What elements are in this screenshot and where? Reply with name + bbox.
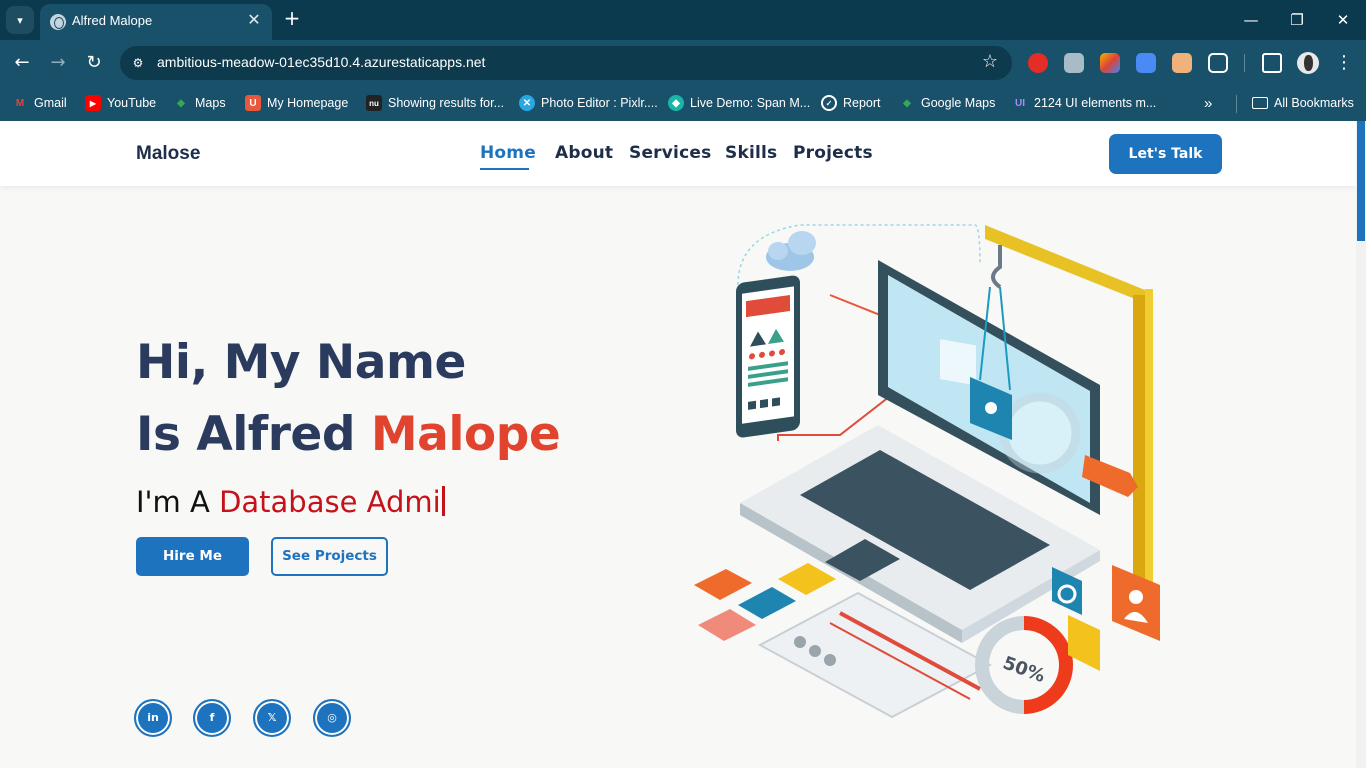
nav-services[interactable]: Services bbox=[629, 143, 711, 163]
bookmark-youtube[interactable]: ▶ YouTube bbox=[85, 93, 156, 113]
folder-icon bbox=[1252, 97, 1268, 109]
tab-close-icon[interactable]: ✕ bbox=[244, 10, 264, 30]
gauge-label: 50% bbox=[1000, 653, 1048, 687]
all-bookmarks-button[interactable]: All Bookmarks bbox=[1252, 93, 1354, 113]
extension-face-icon[interactable] bbox=[1172, 53, 1192, 73]
bookmark-pixlr[interactable]: ✕ Photo Editor : Pixlr.... bbox=[519, 93, 658, 113]
side-panel-icon[interactable] bbox=[1262, 53, 1282, 73]
site-logo[interactable]: Malose bbox=[136, 143, 200, 165]
see-projects-button[interactable]: See Projects bbox=[271, 537, 388, 576]
nav-active-underline bbox=[480, 168, 529, 170]
x-icon[interactable]: 𝕏 bbox=[253, 699, 291, 737]
maps-icon: ◆ bbox=[177, 97, 185, 109]
extension-color-icon[interactable] bbox=[1100, 53, 1120, 73]
facebook-icon[interactable]: f bbox=[193, 699, 231, 737]
browser-tab-bar: ▾ Alfred Malope ✕ + — ❐ ✕ bbox=[0, 0, 1366, 40]
bookmark-gmail[interactable]: M Gmail bbox=[12, 93, 67, 113]
toolbar-divider bbox=[1244, 54, 1245, 72]
extension-translate-icon[interactable] bbox=[1136, 53, 1156, 73]
tab-search-button[interactable]: ▾ bbox=[6, 6, 34, 34]
nav-about[interactable]: About bbox=[555, 143, 613, 163]
pixlr-icon: ✕ bbox=[519, 95, 535, 111]
hero-illustration: 50% bbox=[694, 224, 1160, 719]
nav-home[interactable]: Home bbox=[480, 143, 536, 163]
github-icon[interactable]: ◎ bbox=[313, 699, 351, 737]
bookmark-showing-results[interactable]: nu Showing results for... bbox=[366, 93, 504, 113]
hero-heading-prefix: Is Alfred bbox=[136, 407, 371, 462]
span-icon: ◆ bbox=[668, 95, 684, 111]
new-tab-button[interactable]: + bbox=[281, 7, 303, 29]
hero-heading-line1: Hi, My Name bbox=[136, 335, 466, 390]
minimize-button[interactable]: — bbox=[1236, 8, 1266, 32]
bookmarks-divider bbox=[1236, 95, 1237, 113]
back-icon[interactable]: ← bbox=[10, 51, 34, 75]
typing-text: I'm A Database Admi bbox=[136, 485, 445, 519]
address-bar[interactable]: ⚙ ambitious-meadow-01ec35d10.4.azurestat… bbox=[120, 46, 1012, 80]
profile-avatar[interactable] bbox=[1297, 52, 1319, 74]
nav-skills[interactable]: Skills bbox=[725, 143, 777, 163]
bookmark-span-demo[interactable]: ◆ Live Demo: Span M... bbox=[668, 93, 810, 113]
linkedin-icon[interactable]: in bbox=[134, 699, 172, 737]
ui-icon: UI bbox=[1015, 97, 1025, 109]
homepage-icon: U bbox=[245, 95, 261, 111]
extension-adblock-icon[interactable] bbox=[1028, 53, 1048, 73]
site-info-icon[interactable]: ⚙ bbox=[129, 54, 147, 72]
menu-kebab-icon[interactable]: ⋮ bbox=[1332, 51, 1356, 75]
hero-heading-line2: Is Alfred Malope bbox=[136, 407, 561, 462]
extensions-puzzle-icon[interactable] bbox=[1208, 53, 1228, 73]
gmail-icon: M bbox=[15, 97, 25, 109]
report-icon: ✓ bbox=[821, 95, 837, 111]
nav-projects[interactable]: Projects bbox=[793, 143, 873, 163]
hero-heading-accent: Malope bbox=[370, 407, 561, 462]
bookmark-star-icon[interactable]: ☆ bbox=[982, 51, 998, 72]
site-header: Malose Home About Services Skills Projec… bbox=[0, 121, 1356, 186]
close-window-button[interactable]: ✕ bbox=[1328, 8, 1358, 32]
bookmark-maps[interactable]: ◆ Maps bbox=[173, 93, 225, 113]
url-text[interactable]: ambitious-meadow-01ec35d10.4.azurestatic… bbox=[157, 54, 485, 70]
scrollbar-thumb[interactable] bbox=[1357, 121, 1365, 241]
bookmark-homepage[interactable]: U My Homepage bbox=[245, 93, 348, 113]
google-maps-icon: ◆ bbox=[903, 97, 911, 109]
page-scrollbar[interactable] bbox=[1356, 121, 1366, 768]
typing-prefix: I'm A bbox=[136, 485, 220, 519]
reload-icon[interactable]: ↻ bbox=[82, 51, 106, 75]
typing-role: Database Admi bbox=[219, 485, 441, 519]
tab-favicon-icon bbox=[50, 14, 66, 30]
hire-me-button[interactable]: Hire Me bbox=[136, 537, 249, 576]
cloud-icon bbox=[766, 231, 816, 271]
restore-button[interactable]: ❐ bbox=[1282, 8, 1312, 32]
browser-toolbar: ← → ↻ ⚙ ambitious-meadow-01ec35d10.4.azu… bbox=[0, 40, 1366, 86]
page-viewport: Malose Home About Services Skills Projec… bbox=[0, 121, 1366, 768]
forward-icon[interactable]: → bbox=[46, 51, 70, 75]
browser-tab[interactable]: Alfred Malope ✕ bbox=[40, 4, 272, 40]
extension-shield-icon[interactable] bbox=[1064, 53, 1084, 73]
nu-icon: nu bbox=[366, 95, 382, 111]
tab-title: Alfred Malope bbox=[72, 13, 153, 28]
bookmarks-overflow-icon[interactable]: » bbox=[1204, 93, 1212, 113]
typing-caret bbox=[441, 486, 445, 516]
bookmark-google-maps[interactable]: ◆ Google Maps bbox=[899, 93, 995, 113]
lets-talk-button[interactable]: Let's Talk bbox=[1109, 134, 1222, 174]
bookmark-ui-elements[interactable]: UI 2124 UI elements m... bbox=[1012, 93, 1156, 113]
bookmarks-bar: M Gmail ▶ YouTube ◆ Maps U My Homepage nu Sho… bbox=[0, 86, 1366, 121]
bookmark-report[interactable]: ✓ Report bbox=[821, 93, 881, 113]
youtube-icon: ▶ bbox=[85, 95, 101, 111]
